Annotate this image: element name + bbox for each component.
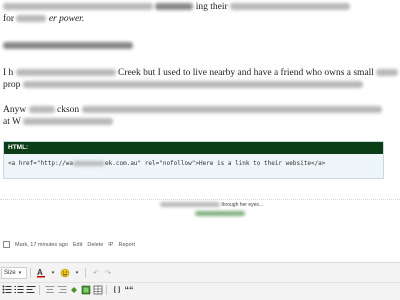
quote-icon[interactable]: ““ <box>124 284 134 296</box>
html-code-box: HTML: <a href="http://wa ek.com.au" rel="… <box>3 141 384 179</box>
signature-link[interactable] <box>195 211 263 217</box>
toolbar-separator <box>39 284 40 295</box>
post-line-2: for er power. <box>3 13 84 25</box>
code-suffix: ek.com.au" rel="nofollow">Here is a link… <box>105 160 326 167</box>
font-color-icon[interactable]: A <box>36 267 46 279</box>
emoji-icon[interactable] <box>60 267 70 279</box>
code-box-header: HTML: <box>4 142 383 154</box>
post-line-2-text: for <box>3 14 15 24</box>
comment-meta: Mark, 17 minutes ago Edit Delete IP Repo… <box>3 241 135 248</box>
report-link[interactable]: Report <box>118 242 135 248</box>
link-icon[interactable] <box>69 284 79 296</box>
post-line-1-text: ing their <box>195 2 228 12</box>
code-box-content[interactable]: <a href="http://wa ek.com.au" rel="nofoll… <box>4 154 383 167</box>
comment-author-time: Mark, 17 minutes ago <box>15 241 68 248</box>
post-line-6-mid: ckson <box>56 105 80 115</box>
toolbar-separator <box>30 268 31 278</box>
post-line-4-mid: Creek but I used to live nearby and have… <box>118 68 374 78</box>
post-line-4-text: I h <box>3 68 14 78</box>
svg-text:A: A <box>37 268 43 277</box>
post-line-7-start: at W <box>3 117 21 127</box>
align-center-icon[interactable] <box>45 284 55 296</box>
code-prefix: <a href="http://wa <box>8 160 74 167</box>
editor-toolbar: Size ▾ A ▾ ▾ ↶ ↷ [] ““ <box>0 262 400 300</box>
select-checkbox[interactable] <box>3 241 10 248</box>
table-icon[interactable] <box>93 284 103 296</box>
bulleted-list-icon[interactable] <box>2 284 12 296</box>
code-icon-label: [] <box>112 285 122 294</box>
undo-icon[interactable]: ↶ <box>91 267 101 279</box>
post-line-1: ing their <box>3 1 351 13</box>
signature: through her eyes... <box>160 202 263 217</box>
post-line-4: I h Creek but I used to live nearby and … <box>3 67 400 79</box>
size-select-label: Size <box>4 270 16 276</box>
toolbar-row-2: [] ““ <box>0 282 400 296</box>
edit-link[interactable]: Edit <box>73 242 82 248</box>
numbered-list-icon[interactable] <box>14 284 24 296</box>
quote-icon-label: ““ <box>124 284 134 295</box>
post-line-5: prop <box>3 79 363 91</box>
size-select[interactable]: Size ▾ <box>1 267 27 279</box>
post-line-3 <box>3 40 133 52</box>
toolbar-separator <box>85 268 86 278</box>
chevron-down-icon: ▾ <box>18 270 22 276</box>
post-line-6-start: Anyw <box>3 105 27 115</box>
redo-icon[interactable]: ↷ <box>103 267 113 279</box>
chevron-down-icon[interactable]: ▾ <box>48 267 58 279</box>
delete-link[interactable]: Delete <box>87 242 103 248</box>
post-line-7: at W <box>3 116 114 128</box>
align-right-icon[interactable] <box>57 284 67 296</box>
post-line-2-italic: er power. <box>48 14 85 24</box>
signature-text: through her eyes... <box>221 202 264 208</box>
toolbar-row-1: Size ▾ A ▾ ▾ ↶ ↷ <box>0 266 400 280</box>
post-line-5-text: prop <box>3 80 21 90</box>
align-left-icon[interactable] <box>26 284 36 296</box>
chevron-down-icon[interactable]: ▾ <box>72 267 82 279</box>
toolbar-separator <box>106 284 107 295</box>
post-divider <box>0 199 400 200</box>
image-icon[interactable] <box>81 284 91 296</box>
post-line-6: Anyw ckson <box>3 104 382 116</box>
code-icon[interactable]: [] <box>112 284 122 296</box>
ip-link[interactable]: IP <box>108 242 113 248</box>
